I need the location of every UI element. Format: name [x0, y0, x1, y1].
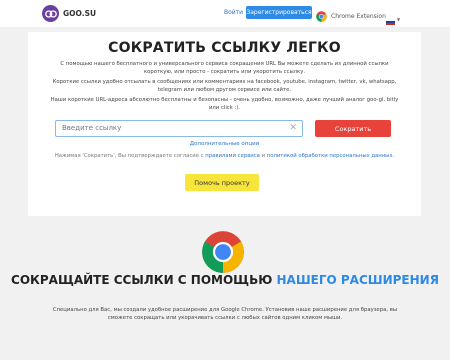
terms-link[interactable]: правилами сервиса — [205, 153, 260, 159]
language-selector[interactable]: ▼ — [385, 10, 401, 29]
brand-name: GOO.SU — [63, 9, 97, 18]
intro-paragraph-1: С помощью нашего бесплатного и универсал… — [60, 61, 389, 75]
url-input-wrapper: ✕ — [55, 120, 303, 137]
extension-title-link[interactable]: НАШЕГО РАСШИРЕНИЯ — [277, 273, 439, 287]
more-options-link[interactable]: Дополнительные опции — [28, 141, 421, 147]
privacy-link[interactable]: политикой обработки персональных данных — [267, 153, 393, 159]
extension-section: СОКРАЩАЙТЕ ССЫЛКИ С ПОМОЩЬЮ НАШЕГО РАСШИ… — [0, 216, 450, 360]
page-title: СОКРАТИТЬ ССЫЛКУ ЛЕГКО — [108, 40, 341, 56]
chevron-down-icon: ▼ — [397, 17, 401, 22]
link-icon — [42, 5, 59, 22]
chrome-icon — [316, 7, 327, 26]
extension-title-text: СОКРАЩАЙТЕ ССЫЛКИ С ПОМОЩЬЮ — [11, 273, 273, 287]
url-input[interactable] — [62, 124, 282, 132]
top-navbar: GOO.SU Войти Зарегистрироваться Chrome E… — [0, 0, 450, 27]
register-button[interactable]: Зарегистрироваться — [246, 6, 312, 19]
extension-description: Специально для Вас, мы создали удобное р… — [52, 307, 398, 321]
consent-text: Нажимая 'Сократить', Вы подтверждаете со… — [53, 152, 396, 160]
logo[interactable]: GOO.SU — [42, 5, 96, 22]
shortener-card: СОКРАТИТЬ ССЫЛКУ ЛЕГКО С помощью нашего … — [28, 32, 421, 216]
chrome-extension-label: Chrome Extension — [331, 13, 386, 20]
consent-and: и — [261, 153, 266, 159]
shorten-button[interactable]: Сократить — [315, 120, 391, 137]
flag-icon — [385, 10, 396, 29]
chrome-logo-icon — [201, 230, 245, 278]
chrome-extension-link[interactable]: Chrome Extension — [316, 7, 386, 26]
login-link[interactable]: Войти — [224, 9, 243, 16]
consent-suffix: . — [392, 153, 395, 159]
extension-title: СОКРАЩАЙТЕ ССЫЛКИ С ПОМОЩЬЮ НАШЕГО РАСШИ… — [0, 272, 450, 288]
consent-prefix: Нажимая 'Сократить', Вы подтверждаете со… — [54, 153, 204, 159]
clear-icon[interactable]: ✕ — [289, 123, 297, 134]
intro-paragraph-2: Короткие ссылки удобно отсылать в сообще… — [52, 79, 397, 93]
help-project-button[interactable]: Помочь проекту — [185, 174, 259, 191]
intro-paragraph-3: Наши короткие URL-адреса абсолютно беспл… — [50, 97, 399, 111]
